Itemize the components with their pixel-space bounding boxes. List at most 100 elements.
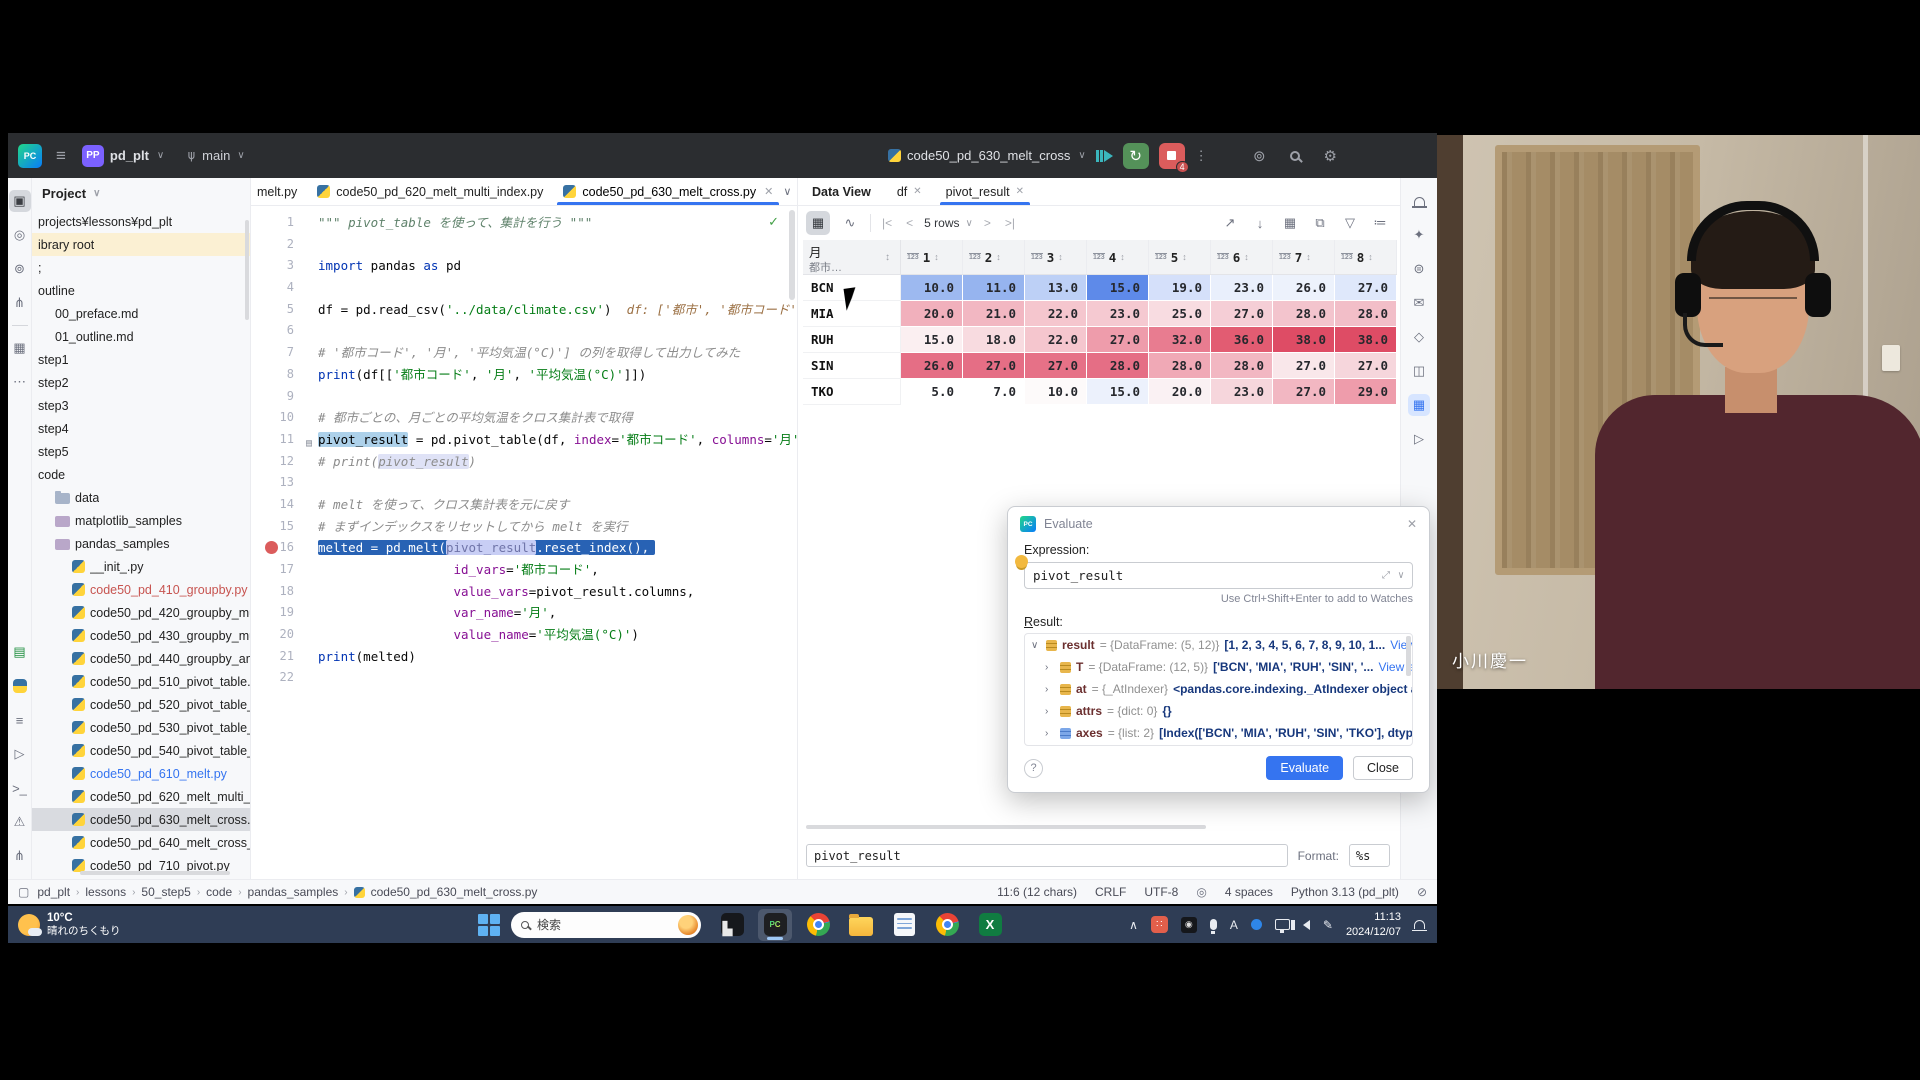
version-control-icon[interactable]: ⋔: [9, 845, 31, 867]
start-button[interactable]: [477, 913, 501, 937]
first-page-button[interactable]: |<: [879, 216, 895, 230]
table-cell[interactable]: 22.0: [1025, 327, 1087, 353]
run-icon[interactable]: ▷: [1408, 428, 1430, 450]
table-cell[interactable]: 27.0: [1335, 353, 1397, 379]
column-header-cell[interactable]: 1232↕: [963, 240, 1025, 274]
column-header-cell[interactable]: 1233↕: [1025, 240, 1087, 274]
format-input[interactable]: %s: [1349, 844, 1390, 867]
result-tree-node[interactable]: ∨result = {DataFrame: (5, 12)} [1, 2, 3,…: [1025, 634, 1412, 656]
open-in-editor-icon[interactable]: ↗: [1218, 211, 1242, 235]
table-cell[interactable]: 28.0: [1211, 353, 1273, 379]
more-tool-windows-icon[interactable]: ⋯: [9, 371, 31, 393]
tree-item[interactable]: ;: [32, 256, 250, 279]
volume-icon[interactable]: [1303, 920, 1310, 930]
export-icon[interactable]: ↓: [1248, 211, 1272, 235]
chevron-down-icon[interactable]: ∨: [783, 185, 791, 198]
table-cell[interactable]: 5.0: [901, 379, 963, 405]
help-button[interactable]: ?: [1024, 759, 1043, 778]
breadcrumb-item[interactable]: 50_step5: [141, 885, 190, 899]
tree-item[interactable]: step4: [32, 417, 250, 440]
dark-app-icon[interactable]: ▙: [715, 909, 749, 941]
tree-item[interactable]: code50_pd_640_melt_cross_multi_lab: [32, 831, 250, 854]
tab-close-icon[interactable]: ✕: [913, 186, 921, 197]
python-interpreter[interactable]: Python 3.13 (pd_plt): [1291, 885, 1399, 899]
evaluate-button[interactable]: Evaluate: [1266, 756, 1343, 780]
code-with-me-icon[interactable]: ⊚: [1253, 147, 1266, 165]
display-icon[interactable]: [1275, 919, 1290, 930]
tab-close-icon[interactable]: ✕: [1016, 186, 1024, 197]
tree-item[interactable]: code50_pd_620_melt_multi_index.py: [32, 785, 250, 808]
index-header-cell[interactable]: 月都市…↕: [803, 240, 901, 274]
table-cell[interactable]: 10.0: [1025, 379, 1087, 405]
weather-widget[interactable]: 10°C 晴れのちくもり: [8, 912, 121, 937]
intention-bulb-icon[interactable]: [1015, 555, 1028, 568]
editor-tab[interactable]: melt.py: [251, 178, 307, 205]
problems-icon[interactable]: ⚠: [9, 811, 31, 833]
notepad-icon[interactable]: [887, 909, 921, 941]
history-chevron-icon[interactable]: ∨: [1398, 570, 1404, 581]
column-header-cell[interactable]: 1236↕: [1211, 240, 1273, 274]
table-cell[interactable]: 27.0: [963, 353, 1025, 379]
sort-icon[interactable]: ↕: [1368, 252, 1373, 262]
editor-code-area[interactable]: 1""" pivot_table を使って、集計を行う """23import …: [251, 206, 797, 879]
row-index-cell[interactable]: SIN: [803, 353, 901, 379]
tree-chevron-icon[interactable]: ›: [1045, 684, 1055, 695]
file-encoding[interactable]: UTF-8: [1144, 885, 1178, 899]
chrome2-icon[interactable]: [930, 909, 964, 941]
table-cell[interactable]: 26.0: [1273, 275, 1335, 301]
tree-chevron-icon[interactable]: ›: [1045, 728, 1055, 739]
next-page-button[interactable]: >: [981, 216, 994, 230]
breadcrumb-item[interactable]: lessons: [85, 885, 126, 899]
inspection-widget-icon[interactable]: ◎: [1196, 885, 1206, 899]
copy-icon[interactable]: ⧉: [1308, 211, 1332, 235]
expression-input[interactable]: pivot_result ⤢ ∨: [1024, 562, 1413, 589]
tree-item[interactable]: code50_pd_410_groupby.py: [32, 578, 250, 601]
database-icon[interactable]: ⊜: [1408, 258, 1430, 280]
table-cell[interactable]: 27.0: [1273, 379, 1335, 405]
table-cell[interactable]: 21.0: [963, 301, 1025, 327]
table-cell[interactable]: 11.0: [963, 275, 1025, 301]
table-hscrollbar[interactable]: [806, 825, 1206, 829]
search-everywhere-icon[interactable]: [1290, 151, 1300, 161]
project-hscrollbar[interactable]: [80, 871, 230, 875]
pen-icon[interactable]: ✎: [1323, 918, 1333, 932]
table-cell[interactable]: 15.0: [1087, 379, 1149, 405]
sort-icon[interactable]: ↕: [1120, 252, 1125, 262]
column-header-cell[interactable]: 1237↕: [1273, 240, 1335, 274]
tab-close-icon[interactable]: ✕: [764, 185, 773, 198]
tree-item[interactable]: __init_.py: [32, 555, 250, 578]
result-tree-node[interactable]: ›at = {_AtIndexer} <pandas.core.indexing…: [1025, 678, 1412, 700]
result-tree-node[interactable]: ›T = {DataFrame: (12, 5)} ['BCN', 'MIA',…: [1025, 656, 1412, 678]
tree-item[interactable]: data: [32, 486, 250, 509]
prev-page-button[interactable]: <: [903, 216, 916, 230]
explorer-icon[interactable]: [844, 909, 878, 941]
branch-widget[interactable]: ⋔ main ∨: [186, 148, 244, 164]
line-separator[interactable]: CRLF: [1095, 885, 1126, 899]
data-view-icon[interactable]: ▦: [1408, 394, 1430, 416]
github-users-icon[interactable]: ⊚: [9, 258, 31, 280]
terminal-icon[interactable]: >_: [9, 777, 31, 799]
column-header-cell[interactable]: 1231↕: [901, 240, 963, 274]
column-header-cell[interactable]: 1238↕: [1335, 240, 1397, 274]
settings-gear-icon[interactable]: ⚙: [1324, 147, 1337, 165]
table-cell[interactable]: 25.0: [1149, 301, 1211, 327]
stop-button[interactable]: 4: [1159, 143, 1185, 169]
table-cell[interactable]: 10.0: [901, 275, 963, 301]
color-scale-icon[interactable]: ▦: [1278, 211, 1302, 235]
editor-tab[interactable]: code50_pd_630_melt_cross.py✕: [553, 178, 783, 205]
taskbar-clock[interactable]: 11:13 2024/12/07: [1346, 910, 1401, 939]
notifications-icon[interactable]: [1408, 190, 1430, 212]
excel-icon[interactable]: X: [973, 909, 1007, 941]
table-cell[interactable]: 27.0: [1335, 275, 1397, 301]
sort-icon[interactable]: ↕: [1182, 252, 1187, 262]
tree-item[interactable]: code50_pd_420_groupby_multi.py: [32, 601, 250, 624]
last-page-button[interactable]: >|: [1002, 216, 1018, 230]
tree-item[interactable]: ibrary root: [32, 233, 250, 256]
result-scrollbar[interactable]: [1406, 636, 1411, 676]
tree-item[interactable]: 00_preface.md: [32, 302, 250, 325]
breakpoint-icon[interactable]: [265, 541, 278, 554]
row-index-cell[interactable]: TKO: [803, 379, 901, 405]
run-configuration[interactable]: code50_pd_630_melt_cross ∨: [888, 148, 1086, 163]
tree-item[interactable]: code50_pd_530_pivot_table_cross.py: [32, 716, 250, 739]
ime-mode-icon[interactable]: A: [1230, 918, 1238, 932]
